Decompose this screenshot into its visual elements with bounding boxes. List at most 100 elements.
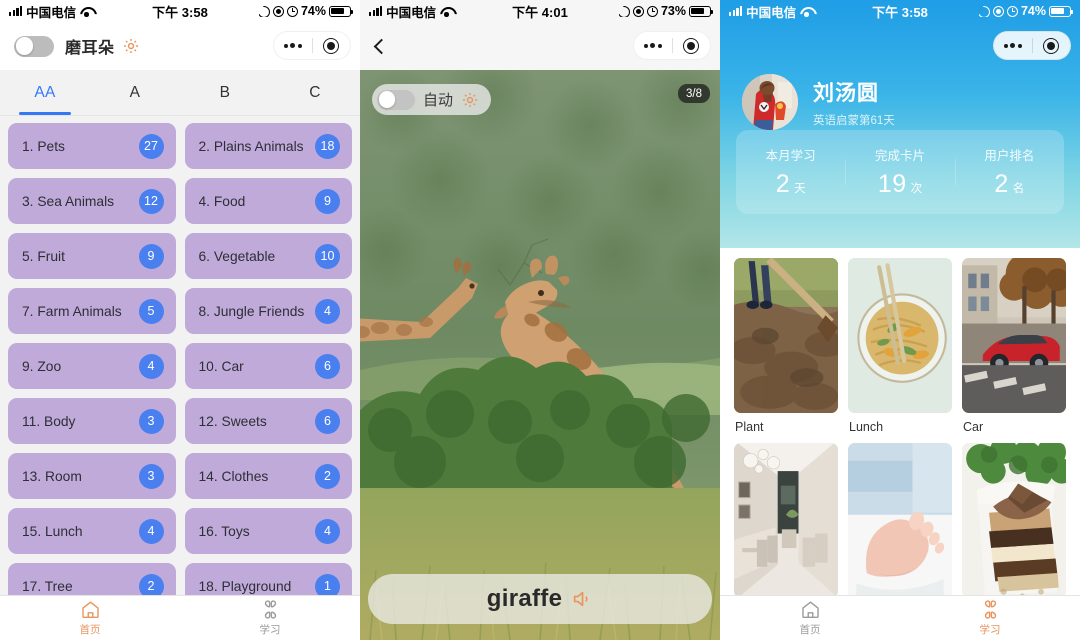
category-card[interactable]: 6. Vegetable 10 (184, 233, 352, 279)
wechat-capsule[interactable] (273, 31, 351, 60)
gallery-image (734, 258, 838, 413)
tab-aa[interactable]: AA (0, 70, 90, 115)
photo-gallery[interactable]: Plant Lunch Car (720, 252, 1080, 595)
category-name: 13. Room (22, 468, 82, 484)
gallery-item-baby-foot[interactable] (848, 443, 952, 595)
screen-flashcard: 中国电信 下午 4:01 73% 自动 3/8 giraffe (360, 0, 720, 640)
battery-icon (1049, 5, 1073, 17)
more-dots-icon[interactable] (634, 43, 672, 48)
gallery-image (734, 443, 838, 595)
wechat-capsule[interactable] (993, 31, 1071, 60)
tabbar-label: 学习 (259, 624, 281, 636)
category-count-badge: 4 (138, 518, 164, 544)
tabbar-label: 学习 (979, 624, 1001, 636)
category-card[interactable]: 10. Car 6 (184, 343, 352, 389)
category-card[interactable]: 15. Lunch 4 (8, 508, 176, 554)
target-icon[interactable] (672, 37, 710, 54)
bottom-tab-bar[interactable]: 首页 学习 (0, 595, 360, 640)
auto-play-toggle[interactable] (377, 89, 415, 110)
category-count-badge: 2 (138, 573, 164, 595)
gallery-item-car[interactable]: Car (962, 258, 1066, 434)
gallery-caption: Plant (735, 420, 764, 434)
category-card[interactable]: 8. Jungle Friends 4 (184, 288, 352, 334)
category-card[interactable]: 16. Toys 4 (184, 508, 352, 554)
category-name: 10. Car (198, 358, 244, 374)
category-count-badge: 4 (138, 353, 164, 379)
nav-bar: 磨耳朵 (0, 22, 360, 70)
category-card[interactable]: 4. Food 9 (184, 178, 352, 224)
target-icon[interactable] (1032, 37, 1070, 54)
stat-value: 2天 (736, 170, 845, 199)
gallery-row-1: Plant Lunch Car (734, 258, 1066, 434)
tab-label: A (129, 83, 141, 101)
gear-icon[interactable] (461, 91, 479, 109)
category-name: 4. Food (198, 193, 246, 209)
category-card[interactable]: 2. Plains Animals 18 (184, 123, 352, 169)
tabbar-item-study[interactable]: 学习 (180, 596, 360, 640)
category-card[interactable]: 13. Room 3 (8, 453, 176, 499)
more-dots-icon[interactable] (274, 43, 312, 48)
status-left: 中国电信 (729, 2, 813, 21)
gallery-item-plant[interactable]: Plant (734, 258, 838, 434)
category-card[interactable]: 3. Sea Animals 12 (8, 178, 176, 224)
gallery-item-room[interactable] (734, 443, 838, 595)
tab-b[interactable]: B (180, 70, 270, 115)
back-chevron-icon[interactable] (373, 38, 390, 54)
avatar[interactable] (742, 74, 798, 130)
do-not-disturb-icon (272, 5, 284, 17)
category-count-badge: 9 (315, 188, 340, 214)
ear-training-toggle[interactable] (14, 35, 54, 57)
battery-icon (689, 5, 713, 17)
screen-category-list: 中国电信 下午 3:58 74% 磨耳朵 AA A B C 1. Pets 27… (0, 0, 360, 640)
gear-icon[interactable] (122, 37, 140, 55)
category-card[interactable]: 7. Farm Animals 5 (8, 288, 176, 334)
category-card[interactable]: 17. Tree 2 (8, 563, 176, 595)
target-icon[interactable] (312, 37, 350, 54)
category-card[interactable]: 18. Playground 1 (184, 563, 352, 595)
category-card[interactable]: 14. Clothes 2 (184, 453, 352, 499)
battery-percent: 74% (1020, 4, 1046, 18)
gallery-item-cake[interactable] (962, 443, 1066, 595)
wifi-icon (80, 6, 93, 17)
status-right: 74% (258, 4, 353, 18)
profile-block[interactable]: 刘汤圆 英语启蒙第61天 (720, 70, 1080, 130)
battery-percent: 74% (300, 4, 326, 18)
stat-unit: 次 (910, 183, 923, 195)
category-card[interactable]: 11. Body 3 (8, 398, 176, 444)
gallery-image (848, 443, 952, 595)
category-name: 9. Zoo (22, 358, 62, 374)
gallery-caption: Lunch (849, 420, 884, 434)
category-list[interactable]: 1. Pets 27 2. Plains Animals 18 3. Sea Anima… (0, 116, 360, 595)
category-card[interactable]: 12. Sweets 6 (184, 398, 352, 444)
tab-c[interactable]: C (270, 70, 360, 115)
bottom-tab-bar[interactable]: 首页 学习 (720, 595, 1080, 640)
page-counter: 3/8 (678, 84, 710, 103)
category-card[interactable]: 1. Pets 27 (8, 123, 176, 169)
category-card[interactable]: 9. Zoo 4 (8, 343, 176, 389)
tabbar-item-home[interactable]: 首页 (720, 596, 900, 640)
tabbar-label: 首页 (79, 624, 101, 636)
letter-tabs[interactable]: AA A B C (0, 70, 360, 116)
status-right: 74% (978, 4, 1073, 18)
clover-icon (260, 599, 281, 620)
giraffe-photo (360, 70, 720, 640)
avatar-photo (742, 74, 798, 130)
tabbar-item-home[interactable]: 首页 (0, 596, 180, 640)
tab-a[interactable]: A (90, 70, 180, 115)
status-left: 中国电信 (369, 2, 453, 21)
tabbar-item-study[interactable]: 学习 (900, 596, 1080, 640)
gallery-item-lunch[interactable]: Lunch (848, 258, 952, 434)
more-dots-icon[interactable] (994, 43, 1032, 48)
screen-profile: 中国电信 下午 3:58 74% 刘汤圆 英语启蒙第61天 本月学习 2 天 完… (720, 0, 1080, 640)
flashcard-photo[interactable]: 自动 3/8 giraffe (360, 70, 720, 640)
speaker-icon[interactable] (571, 588, 593, 610)
auto-play-pill[interactable]: 自动 (372, 84, 492, 115)
baby-foot-photo (848, 443, 952, 595)
category-name: 2. Plains Animals (198, 138, 304, 154)
tab-label: B (219, 83, 231, 101)
stat-item: 用户排名 2 名 (954, 145, 1064, 199)
wechat-capsule[interactable] (633, 31, 711, 60)
category-name: 12. Sweets (198, 413, 267, 429)
category-card[interactable]: 5. Fruit 9 (8, 233, 176, 279)
word-card[interactable]: giraffe (368, 574, 712, 624)
